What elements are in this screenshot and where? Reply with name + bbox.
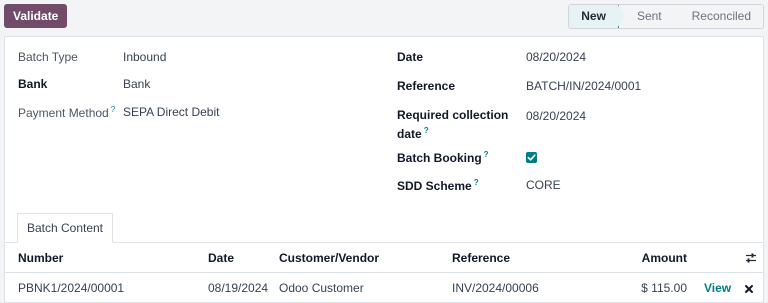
required-collection-date-label-line2: date (397, 127, 422, 141)
view-button[interactable]: View (704, 273, 731, 303)
sdd-scheme-label: SDD Scheme? (397, 178, 526, 193)
payment-method-label-text: Payment Method (18, 106, 109, 120)
field-payment-method: Payment Method? SEPA Direct Debit (18, 105, 219, 120)
help-icon[interactable]: ? (484, 150, 489, 159)
required-collection-date-label-line1: Required collection (397, 108, 509, 122)
sdd-scheme-label-text: SDD Scheme (397, 179, 472, 193)
field-batch-booking: Batch Booking? (397, 150, 537, 165)
tab-batch-content[interactable]: Batch Content (17, 213, 113, 243)
field-bank: Bank Bank (18, 77, 150, 91)
close-x-icon[interactable] (744, 283, 754, 297)
cell-amount: $ 115.00 (641, 281, 687, 295)
stage-reconciled[interactable]: Reconciled (673, 5, 763, 28)
field-required-collection-date: Required collection date? 08/20/2024 (397, 107, 586, 142)
date-label: Date (397, 50, 424, 64)
help-icon[interactable]: ? (424, 126, 429, 135)
required-collection-date-label: Required collection date? (397, 107, 526, 142)
column-number[interactable]: Number (18, 243, 63, 273)
cell-reference: INV/2024/00006 (452, 281, 539, 295)
field-date: Date 08/20/2024 (397, 50, 586, 64)
payment-method-label: Payment Method? (18, 105, 123, 120)
status-bar: New Sent Reconciled (568, 4, 764, 29)
bank-value[interactable]: Bank (123, 77, 150, 91)
checkmark-icon (527, 154, 536, 161)
help-icon[interactable]: ? (111, 105, 115, 114)
batch-booking-label-text: Batch Booking (397, 151, 482, 165)
field-reference: Reference BATCH/IN/2024/0001 (397, 79, 641, 93)
reference-label: Reference (397, 79, 456, 93)
sdd-scheme-value[interactable]: CORE (526, 178, 561, 193)
help-icon[interactable]: ? (474, 178, 479, 187)
cell-customer: Odoo Customer (279, 281, 364, 295)
column-customer-vendor[interactable]: Customer/Vendor (279, 243, 379, 273)
cell-date: 08/19/2024 (208, 281, 269, 295)
batch-booking-checkbox[interactable] (526, 152, 537, 163)
column-reference[interactable]: Reference (452, 243, 510, 273)
column-amount[interactable]: Amount (642, 243, 687, 273)
batch-type-value[interactable]: Inbound (123, 50, 166, 64)
payment-method-value[interactable]: SEPA Direct Debit (123, 105, 219, 120)
date-value[interactable]: 08/20/2024 (526, 50, 586, 64)
sliders-icon[interactable] (745, 252, 757, 267)
validate-button[interactable]: Validate (4, 4, 68, 28)
batch-booking-label: Batch Booking? (397, 150, 526, 165)
table-row[interactable]: PBNK1/2024/00001 08/19/2024 Odoo Custome… (5, 273, 763, 303)
field-sdd-scheme: SDD Scheme? CORE (397, 178, 561, 193)
bank-label: Bank (18, 77, 48, 91)
cell-number: PBNK1/2024/00001 (18, 281, 125, 295)
stage-new[interactable]: New (569, 5, 625, 28)
table-header: Number Date Customer/Vendor Reference Am… (5, 243, 763, 273)
stage-sent[interactable]: Sent (618, 5, 681, 28)
control-panel: Validate New Sent Reconciled (0, 0, 768, 34)
field-batch-type: Batch Type Inbound (18, 50, 166, 64)
required-collection-date-value[interactable]: 08/20/2024 (526, 109, 586, 142)
column-date[interactable]: Date (208, 243, 234, 273)
batch-type-label: Batch Type (18, 50, 78, 64)
form-sheet: Batch Type Inbound Bank Bank Payment Met… (4, 36, 764, 303)
reference-value[interactable]: BATCH/IN/2024/0001 (526, 79, 641, 93)
